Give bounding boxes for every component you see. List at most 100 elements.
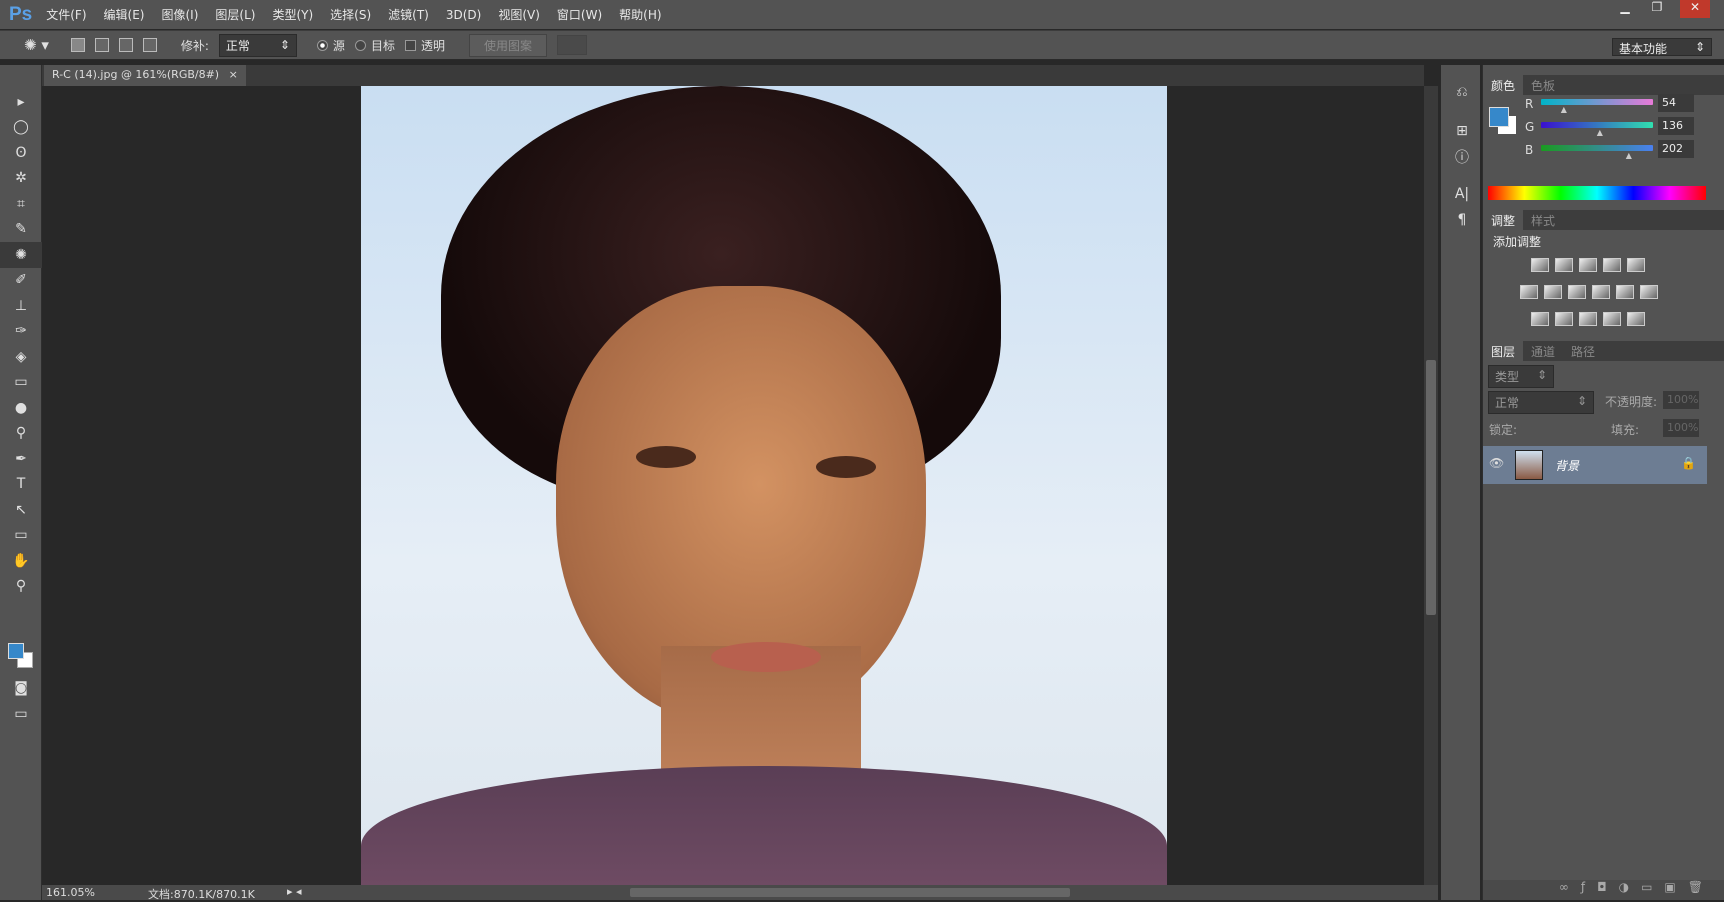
character-icon[interactable]: A|: [1441, 182, 1483, 208]
menu-window[interactable]: 窗口(W): [557, 6, 602, 23]
layers-footer-buttons[interactable]: ∞ƒ◘◑▭▣🗑: [1483, 880, 1724, 900]
close-tab-icon[interactable]: ×: [229, 68, 238, 81]
tab-paths[interactable]: 路径: [1563, 341, 1603, 361]
patch-mode-select[interactable]: 正常 ⇕: [218, 33, 297, 57]
quick-select-tool-icon[interactable]: ✲: [0, 166, 42, 192]
hand-tool-icon[interactable]: ✋: [0, 548, 42, 574]
eraser-tool-icon[interactable]: ◈: [0, 344, 42, 370]
channel-slider-r[interactable]: [1541, 99, 1653, 105]
invert-icon[interactable]: [1531, 312, 1549, 326]
channel-value-g[interactable]: 136: [1658, 117, 1694, 135]
color-balance-icon[interactable]: [1544, 285, 1562, 299]
menu-type[interactable]: 类型(Y): [272, 6, 313, 23]
menu-layer[interactable]: 图层(L): [215, 6, 255, 23]
channel-slider-b[interactable]: [1541, 145, 1653, 151]
gradient-tool-icon[interactable]: ▭: [0, 370, 42, 396]
dodge-tool-icon[interactable]: ⚲: [0, 421, 42, 447]
marquee-tool-icon[interactable]: ◯: [0, 115, 42, 141]
menu-3d[interactable]: 3D(D): [446, 8, 481, 22]
workspace-select[interactable]: 基本功能 ⇕: [1612, 38, 1712, 56]
blur-tool-icon[interactable]: ●: [0, 395, 42, 421]
menu-view[interactable]: 视图(V): [498, 6, 540, 23]
info-icon[interactable]: ⓘ: [1441, 144, 1483, 170]
selection-new-icon[interactable]: [70, 38, 85, 52]
path-select-tool-icon[interactable]: ↖: [0, 497, 42, 523]
screen-mode-icon[interactable]: ▭: [0, 701, 42, 727]
selection-add-icon[interactable]: [94, 38, 109, 52]
history-brush-tool-icon[interactable]: ✑: [0, 319, 42, 345]
color-spectrum[interactable]: [1488, 186, 1706, 200]
hue-saturation-icon[interactable]: [1520, 285, 1538, 299]
crop-tool-icon[interactable]: ⌗: [0, 191, 42, 217]
menu-help[interactable]: 帮助(H): [619, 6, 661, 23]
pattern-picker[interactable]: [556, 35, 587, 55]
foreground-color-swatch[interactable]: [8, 643, 24, 659]
canvas-area[interactable]: [42, 86, 1424, 885]
type-tool-icon[interactable]: T: [0, 472, 42, 498]
target-radio[interactable]: 目标: [354, 37, 395, 54]
tab-color[interactable]: 颜色: [1483, 75, 1524, 95]
paragraph-icon[interactable]: ¶: [1441, 207, 1483, 233]
tab-layers[interactable]: 图层: [1483, 341, 1524, 361]
patch-tool-preset-icon[interactable]: ✺ ▾: [24, 36, 49, 54]
layer-name[interactable]: 背景: [1555, 457, 1579, 474]
opacity-field[interactable]: 100%: [1663, 391, 1699, 409]
horizontal-scroll-thumb[interactable]: [630, 888, 1070, 897]
zoom-tool-icon[interactable]: ⚲: [0, 574, 42, 600]
vibrance-icon[interactable]: [1627, 258, 1645, 272]
tab-adjustments[interactable]: 调整: [1483, 210, 1524, 230]
brush-tool-icon[interactable]: ✐: [0, 268, 42, 294]
tab-channels[interactable]: 通道: [1523, 341, 1563, 361]
selection-intersect-icon[interactable]: [142, 38, 157, 52]
vertical-scroll-thumb[interactable]: [1426, 360, 1436, 615]
selective-color-icon[interactable]: [1603, 312, 1621, 326]
menu-edit[interactable]: 编辑(E): [104, 6, 145, 23]
photo-canvas[interactable]: [361, 86, 1167, 885]
menu-filter[interactable]: 滤镜(T): [388, 6, 429, 23]
tab-swatches[interactable]: 色板: [1523, 75, 1563, 95]
black-white-icon[interactable]: [1568, 285, 1586, 299]
channel-mixer-icon[interactable]: [1616, 285, 1634, 299]
use-pattern-button[interactable]: 使用图案: [468, 33, 547, 57]
selection-subtract-icon[interactable]: [118, 38, 133, 52]
gradient-map-icon[interactable]: [1627, 312, 1645, 326]
slider-handle-icon[interactable]: ▲: [1626, 151, 1632, 160]
shape-tool-icon[interactable]: ▭: [0, 523, 42, 549]
exposure-icon[interactable]: [1603, 258, 1621, 272]
maximize-button[interactable]: ❐: [1642, 0, 1672, 18]
menu-select[interactable]: 选择(S): [330, 6, 371, 23]
menu-file[interactable]: 文件(F): [46, 6, 86, 23]
stamp-tool-icon[interactable]: ⊥: [0, 293, 42, 319]
zoom-level[interactable]: 161.05%: [46, 886, 95, 899]
menu-image[interactable]: 图像(I): [161, 6, 198, 23]
tab-styles[interactable]: 样式: [1523, 210, 1563, 230]
move-tool-icon[interactable]: ▸: [0, 89, 42, 115]
layer-row[interactable]: 👁 背景 🔒: [1483, 446, 1707, 484]
posterize-icon[interactable]: [1555, 312, 1573, 326]
eyedropper-tool-icon[interactable]: ✎: [0, 217, 42, 243]
blend-mode-select[interactable]: 正常 ⇕: [1488, 391, 1594, 414]
properties-icon[interactable]: ⊞: [1441, 119, 1483, 145]
minimize-button[interactable]: ▁: [1610, 0, 1640, 18]
slider-handle-icon[interactable]: ▲: [1561, 105, 1567, 114]
levels-icon[interactable]: [1555, 258, 1573, 272]
color-lookup-icon[interactable]: [1640, 285, 1658, 299]
pen-tool-icon[interactable]: ✒: [0, 446, 42, 472]
transparent-checkbox[interactable]: 透明: [404, 37, 445, 54]
brightness-icon[interactable]: [1531, 258, 1549, 272]
foreground-color-swatch[interactable]: [1489, 107, 1509, 127]
slider-handle-icon[interactable]: ▲: [1597, 128, 1603, 137]
channel-value-r[interactable]: 54: [1658, 94, 1694, 112]
fill-field[interactable]: 100%: [1663, 419, 1699, 437]
channel-value-b[interactable]: 202: [1658, 140, 1694, 158]
toolbar-grip[interactable]: [0, 65, 41, 89]
source-radio[interactable]: 源: [316, 37, 345, 54]
curves-icon[interactable]: [1579, 258, 1597, 272]
patch-tool-icon[interactable]: ✺: [0, 242, 42, 268]
quick-mask-icon[interactable]: ◙: [0, 675, 42, 701]
close-button[interactable]: ✕: [1680, 0, 1710, 18]
eye-icon[interactable]: 👁: [1489, 456, 1504, 470]
photo-filter-icon[interactable]: [1592, 285, 1610, 299]
history-icon[interactable]: ⎌: [1441, 79, 1483, 105]
document-tab[interactable]: R-C (14).jpg @ 161%(RGB/8#) ×: [44, 65, 246, 86]
